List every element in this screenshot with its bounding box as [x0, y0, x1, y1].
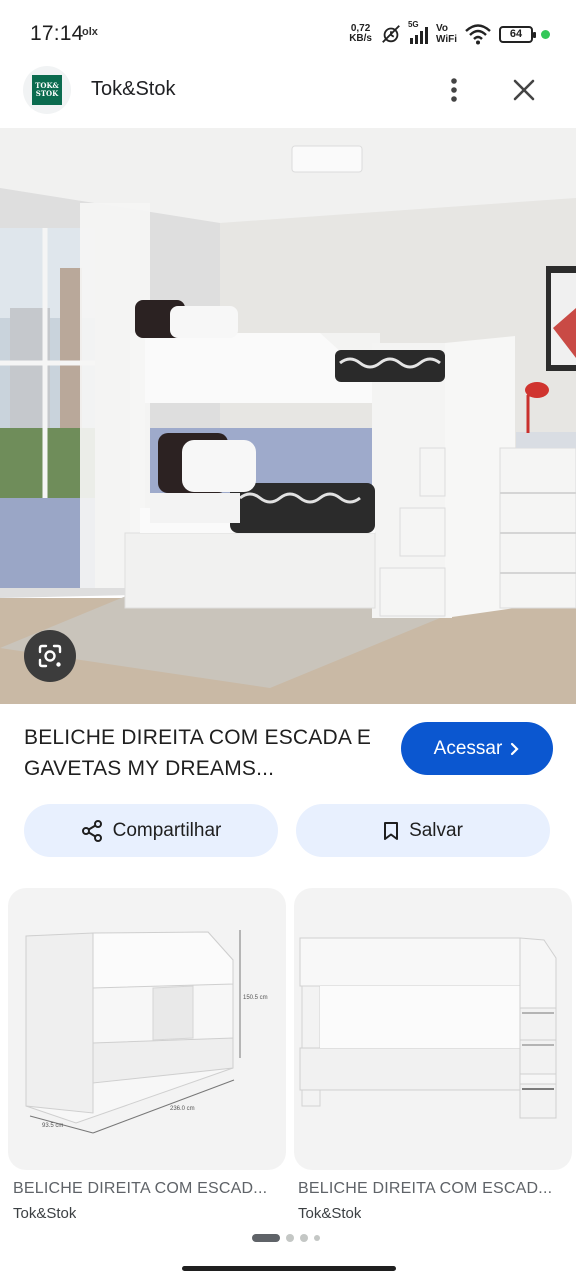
more-vert-icon: [451, 78, 457, 102]
bunk-bed-photo: [0, 128, 576, 704]
viewer-header: TOK& STOK Tok&Stok: [0, 66, 576, 128]
logo-text-2: STOK: [35, 89, 59, 98]
bunk-bed-stairs-image: [299, 937, 557, 1119]
olx-notification-icon: olx: [82, 26, 98, 38]
related-image-card-2[interactable]: [294, 888, 572, 1170]
alarm-off-icon: [382, 25, 400, 43]
related-source-1[interactable]: Tok&Stok: [13, 1205, 76, 1219]
status-icons: 0,72 KB/s 5G Vo WiFi 64: [349, 20, 550, 48]
close-button[interactable]: [506, 72, 542, 108]
more-options-button[interactable]: [438, 72, 470, 108]
site-name[interactable]: Tok&Stok: [91, 78, 175, 101]
product-image[interactable]: [0, 128, 576, 704]
carousel-pager: [252, 1234, 320, 1242]
related-image-card-1[interactable]: 150.5 cm 236.0 cm 93.5 cm: [8, 888, 286, 1170]
site-logo[interactable]: TOK& STOK: [23, 66, 71, 114]
related-source-2[interactable]: Tok&Stok: [298, 1205, 361, 1219]
dimension-height-label: 150.5 cm: [243, 995, 268, 1001]
lens-search-button[interactable]: [24, 630, 76, 682]
save-button[interactable]: Salvar: [296, 804, 550, 857]
bookmark-icon: [384, 821, 399, 840]
battery-icon: 64: [499, 25, 536, 43]
dimension-width-label: 236.0 cm: [170, 1106, 195, 1112]
share-label: Compartilhar: [112, 819, 222, 841]
vowifi-line2: WiFi: [435, 34, 457, 45]
visit-button[interactable]: Acessar: [401, 722, 553, 775]
related-title-2[interactable]: BELICHE DIREITA COM ESCAD...: [298, 1180, 552, 1198]
status-time: 17:14: [30, 22, 84, 45]
privacy-dot-icon: [541, 29, 550, 39]
status-bar: 17:14 olx 0,72 KB/s 5G Vo WiFi 64: [0, 0, 576, 66]
save-label: Salvar: [409, 819, 463, 841]
pager-dot-active: [252, 1234, 280, 1242]
lens-icon: [38, 644, 62, 668]
net-speed-unit: KB/s: [349, 33, 372, 44]
bunk-bed-diagram-image: 150.5 cm 236.0 cm 93.5 cm: [25, 930, 268, 1134]
close-icon: [513, 79, 535, 101]
vowifi-indicator: Vo WiFi: [436, 23, 457, 45]
product-title[interactable]: BELICHE DIREITA COM ESCADA E GAVETAS MY …: [24, 722, 384, 784]
cell-signal-icon: 5G: [408, 20, 428, 44]
home-indicator[interactable]: [182, 1266, 396, 1271]
chevron-right-icon: [511, 742, 519, 755]
related-title-1[interactable]: BELICHE DIREITA COM ESCAD...: [13, 1180, 267, 1198]
site-logo-mark: TOK& STOK: [32, 75, 62, 105]
net-speed: 0,72 KB/s: [349, 24, 372, 44]
pager-dot: [286, 1234, 294, 1242]
share-icon: [81, 819, 102, 842]
pager-dot: [314, 1235, 320, 1241]
vowifi-line1: Vo: [435, 23, 449, 34]
visit-label: Acessar: [433, 737, 503, 759]
image-viewer-page: 17:14 olx 0,72 KB/s 5G Vo WiFi 64 TOK& S…: [0, 0, 576, 1280]
pager-dot: [300, 1234, 308, 1242]
network-type: 5G: [407, 20, 419, 29]
wifi-icon: [465, 24, 491, 45]
dimension-depth-label: 93.5 cm: [42, 1123, 63, 1129]
share-button[interactable]: Compartilhar: [24, 804, 278, 857]
